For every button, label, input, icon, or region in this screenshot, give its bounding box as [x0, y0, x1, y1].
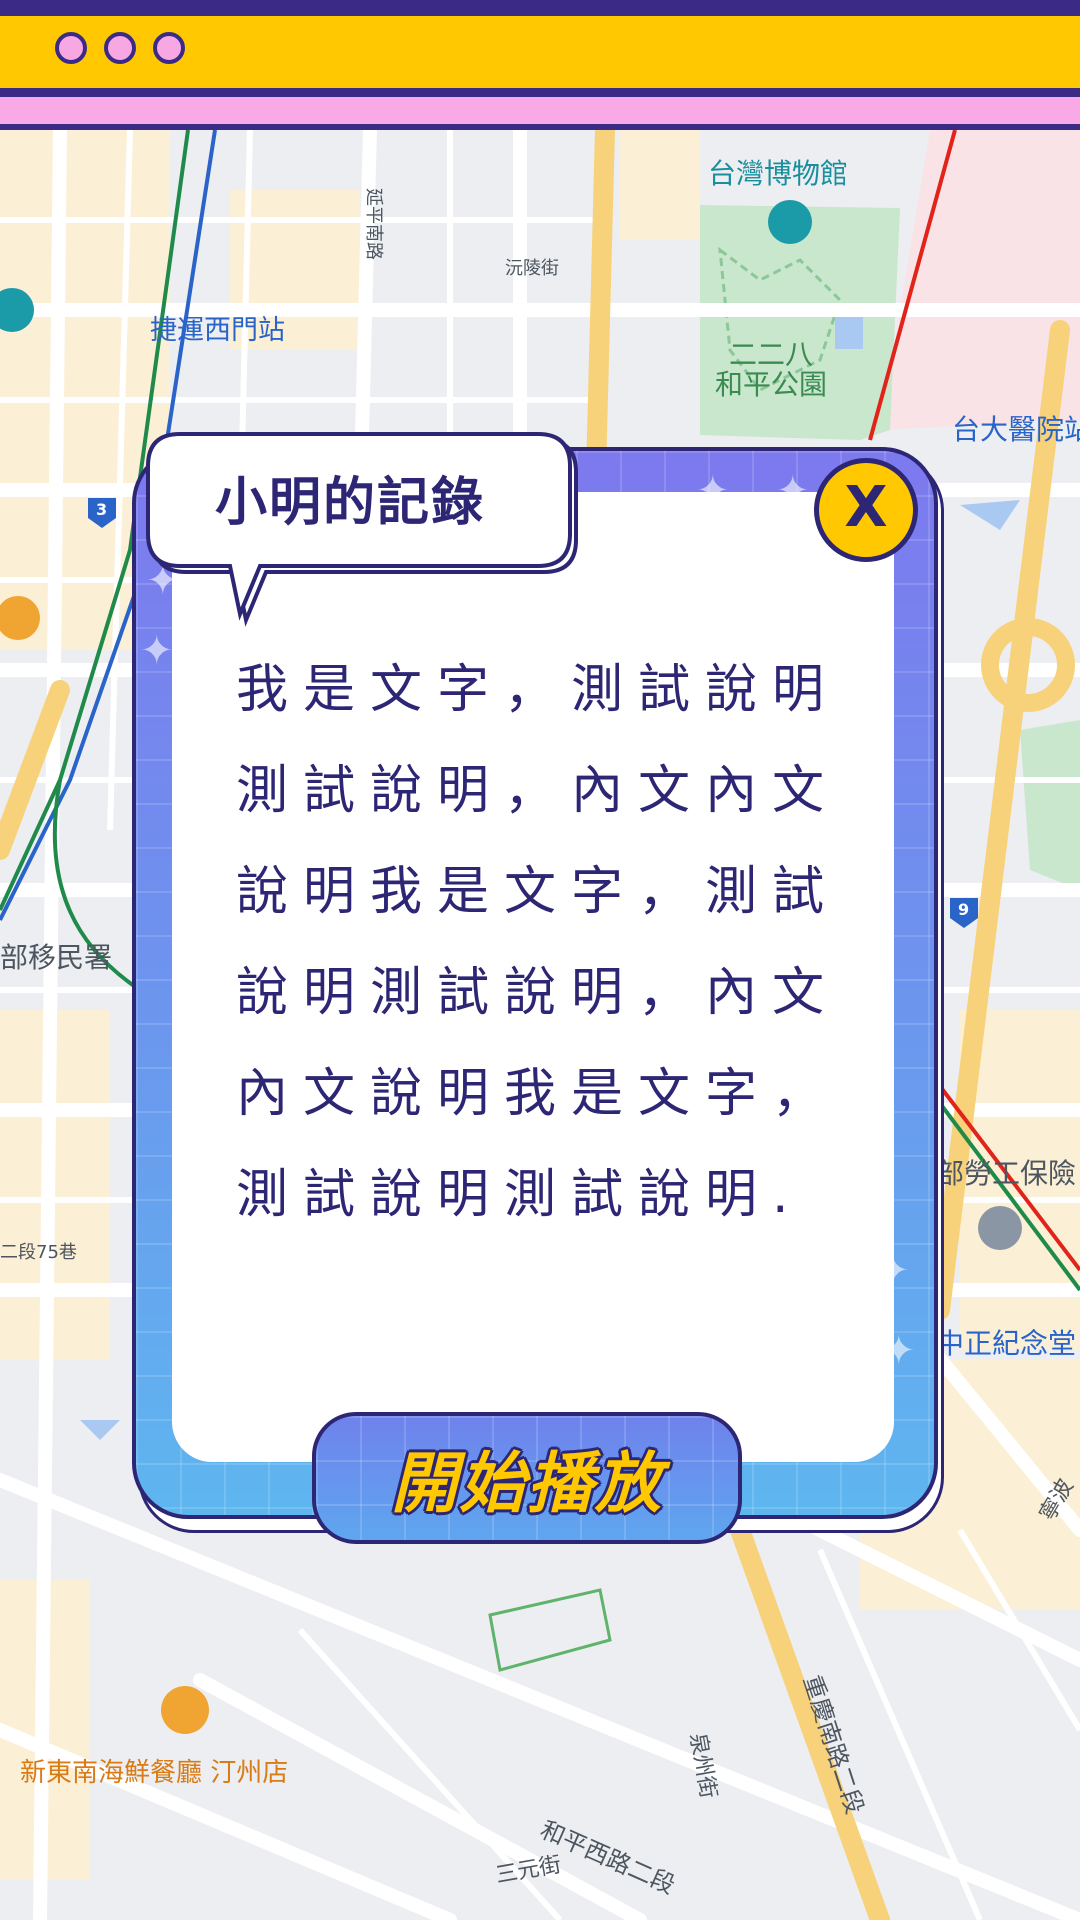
map-label-labor[interactable]: 部勞工保險	[936, 1152, 1076, 1192]
map-label-immigration[interactable]: 部移民署	[0, 936, 112, 976]
map-label-yanping: 延平南路	[363, 188, 384, 260]
title-bar-bottom-border	[0, 124, 1080, 130]
title-bar-divider	[0, 88, 1080, 97]
title-bar-stripe	[0, 97, 1080, 124]
title-bar-border	[0, 0, 1080, 16]
map-label-mrt-ximen[interactable]: 捷運西門站	[150, 308, 285, 347]
window-dot-2[interactable]	[104, 32, 136, 64]
route-shield-9: 9	[958, 900, 970, 919]
map-label-cks[interactable]: 中正紀念堂	[936, 1322, 1076, 1362]
map-label-lane75: 二段75巷	[0, 1242, 77, 1263]
route-shield-3: 3	[96, 500, 108, 519]
map-label-park[interactable]: 二二八 和平公園	[715, 340, 827, 400]
close-icon: X	[844, 475, 888, 540]
map-label-yuanling: 沅陵街	[505, 258, 559, 279]
close-button[interactable]: X	[814, 458, 918, 562]
sparkle-icon: ✦	[140, 628, 174, 674]
window-dot-3[interactable]	[153, 32, 185, 64]
title-speech-bubble: 小明的記錄	[140, 418, 578, 627]
map-label-museum[interactable]: 台灣博物館	[708, 152, 848, 192]
window-dot-1[interactable]	[55, 32, 87, 64]
start-playback-label: 開始播放	[391, 1445, 663, 1522]
start-playback-button[interactable]: 開始播放	[312, 1412, 742, 1544]
map-label-restaurant[interactable]: 新東南海鮮餐廳 汀州店	[20, 1752, 288, 1789]
window-title-bar	[0, 0, 1080, 130]
record-description: 我是文字，測試說明測試說明，內文內文說明我是文字，測試說明測試說明，內文內文說明…	[236, 660, 840, 1225]
map-label-ntuh[interactable]: 台大醫院站	[952, 408, 1080, 448]
modal-title: 小明的記錄	[214, 473, 485, 533]
